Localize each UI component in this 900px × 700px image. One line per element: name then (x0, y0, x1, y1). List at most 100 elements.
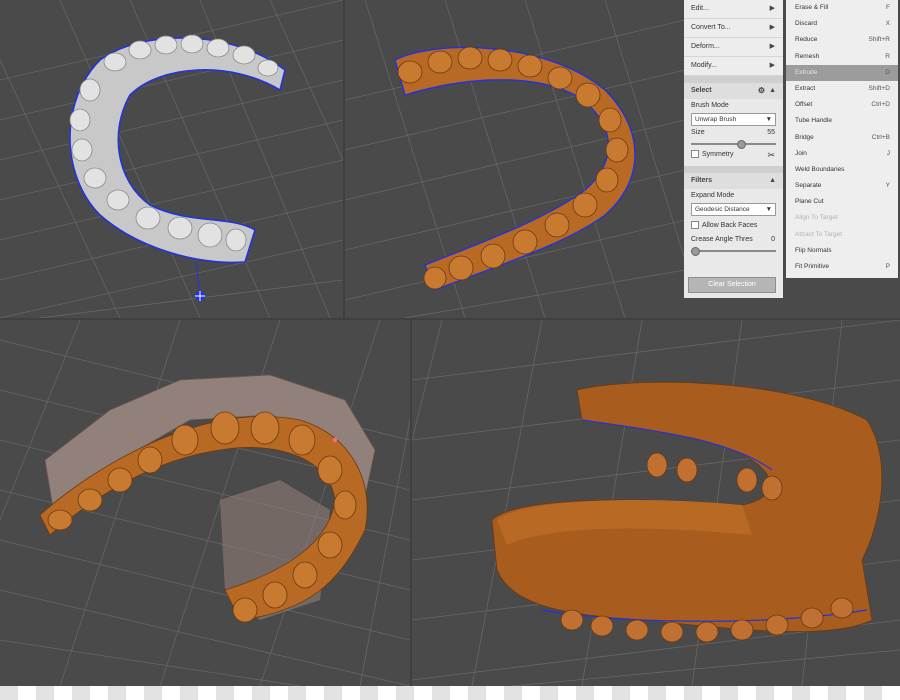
viewport-bottom-right-canvas[interactable] (412, 320, 900, 686)
strip-square (252, 686, 270, 700)
chevron-right-icon: ▶ (769, 5, 775, 12)
context-menu-item[interactable]: Plane Cut (786, 194, 898, 210)
strip-square (576, 686, 594, 700)
context-menu-item-label: Attract To Target (795, 230, 843, 238)
context-menu-item-label: Align To Target (795, 214, 838, 222)
viewport-top-left[interactable] (0, 0, 343, 318)
context-menu-item-label: Weld Boundaries (795, 165, 845, 173)
symmetry-row: Symmetry ✂ (684, 148, 783, 162)
gizmo-icon[interactable] (195, 291, 205, 301)
context-menu-item-label: Tube Handle (795, 117, 832, 125)
strip-square (216, 686, 234, 700)
context-menu-item[interactable]: Join J (786, 146, 898, 162)
menu-edit-label: Edit... (691, 5, 709, 12)
context-menu-item[interactable]: Extrude D (786, 64, 898, 81)
context-menu-item-label: Offset (795, 101, 813, 109)
allow-back-faces-row: Allow Back Faces (684, 219, 783, 233)
viewport-top-right[interactable]: Edit... ▶ Convert To... ▶ Deform... ▶ Modif… (345, 0, 900, 318)
menu-modify[interactable]: Modify... ▶ (684, 57, 783, 76)
context-menu-item[interactable]: Remesh R (786, 49, 898, 65)
dental-arch-orange (394, 46, 636, 291)
context-menu-item[interactable]: Fit Primitive P (786, 259, 898, 275)
context-menu-item: Attract To Target (786, 227, 898, 243)
strip-square (756, 686, 774, 700)
brush-mode-dropdown[interactable]: Unwrap Brush ▼ (691, 113, 776, 126)
menu-deform-label: Deform... (691, 43, 720, 50)
strip-square (504, 686, 522, 700)
strip-square (648, 686, 666, 700)
brush-mode-row: Brush Mode (684, 99, 783, 113)
brush-mode-label: Brush Mode (691, 102, 729, 109)
context-menu-item-shortcut: Ctrl+B (871, 133, 890, 141)
crease-angle-value: 0 (771, 236, 775, 243)
expand-mode-row: Expand Mode (684, 189, 783, 203)
context-menu-item-label: Discard (795, 20, 818, 28)
viewport-bottom-left-canvas[interactable] (0, 320, 410, 686)
symmetry-label: Symmetry (702, 151, 734, 158)
context-menu-item-label: Plane Cut (795, 198, 824, 206)
strip-square (828, 686, 846, 700)
crease-angle-slider[interactable] (691, 247, 776, 256)
gear-icon[interactable]: ⚙ (758, 83, 765, 99)
filters-section-header[interactable]: Filters ▲ (684, 172, 783, 189)
expand-mode-label: Expand Mode (691, 192, 735, 199)
collapse-icon[interactable]: ▲ (769, 173, 776, 189)
strip-square (468, 686, 486, 700)
brush-mode-value: Unwrap Brush (695, 116, 737, 123)
allow-back-faces-checkbox[interactable] (691, 221, 699, 230)
viewport-top-left-canvas[interactable] (0, 0, 343, 318)
select-section-header[interactable]: Select ⚙ ▲ (684, 82, 783, 99)
strip-square (180, 686, 198, 700)
context-menu-item-shortcut: F (886, 4, 890, 11)
context-menu-item[interactable]: Offset Ctrl+D (786, 97, 898, 113)
context-menu-item[interactable]: Tube Handle (786, 113, 898, 129)
size-label: Size (691, 129, 705, 136)
strip-square (684, 686, 702, 700)
filters-section-title: Filters (691, 177, 713, 184)
chevron-right-icon: ▶ (769, 62, 775, 69)
context-menu-item-label: Flip Normals (795, 246, 832, 254)
transparency-strip (0, 686, 900, 700)
size-slider[interactable] (691, 140, 776, 149)
strip-square (324, 686, 342, 700)
menu-convert-label: Convert To... (691, 24, 731, 31)
clear-selection-button[interactable]: Clear Selection (688, 277, 776, 293)
chevron-down-icon: ▼ (765, 116, 772, 123)
context-menu-item-shortcut: P (885, 263, 890, 270)
strip-square (108, 686, 126, 700)
context-menu-item[interactable]: Reduce Shift+R (786, 32, 898, 48)
strip-square (36, 686, 54, 700)
menu-deform[interactable]: Deform... ▶ (684, 38, 783, 57)
pivot-line (195, 261, 201, 296)
context-menu-item[interactable]: Flip Normals (786, 243, 898, 259)
menu-convert[interactable]: Convert To... ▶ (684, 19, 783, 38)
dental-arch-white (69, 34, 286, 264)
crease-angle-slider-thumb[interactable] (691, 247, 700, 256)
symmetry-checkbox[interactable] (691, 150, 699, 159)
context-menu-item[interactable]: Weld Boundaries (786, 162, 898, 178)
context-menu-item-label: Extract (795, 84, 816, 92)
context-menu-item-shortcut: Shift+R (868, 36, 891, 44)
context-menu-item-label: Reduce (795, 36, 818, 44)
viewport-bottom-left[interactable] (0, 320, 410, 686)
expand-mode-value: Geodesic Distance (695, 206, 750, 213)
context-menu-item[interactable]: Bridge Ctrl+B (786, 130, 898, 146)
menu-edit[interactable]: Edit... ▶ (684, 0, 783, 19)
context-menu-item[interactable]: Erase & Fill F (786, 0, 898, 16)
collapse-icon[interactable]: ▲ (769, 83, 776, 99)
context-menu-item-shortcut: Y (885, 182, 890, 190)
context-menu-item-shortcut: D (885, 68, 890, 76)
strip-square (612, 686, 630, 700)
strip-square (288, 686, 306, 700)
expand-mode-dropdown[interactable]: Geodesic Distance ▼ (691, 203, 776, 216)
context-menu-item[interactable]: Discard X (786, 16, 898, 32)
crease-angle-row: Crease Angle Thres 0 (684, 233, 783, 247)
strip-square (396, 686, 414, 700)
viewport-bottom-right[interactable] (412, 320, 900, 686)
context-menu-item-shortcut: J (886, 149, 890, 157)
tools-icon[interactable]: ✂ (767, 148, 775, 162)
context-menu-item-label: Join (795, 149, 807, 157)
context-menu-item-label: Extrude (795, 68, 818, 76)
context-menu-item[interactable]: Separate Y (786, 178, 898, 194)
context-menu-item[interactable]: Extract Shift+D (786, 81, 898, 97)
